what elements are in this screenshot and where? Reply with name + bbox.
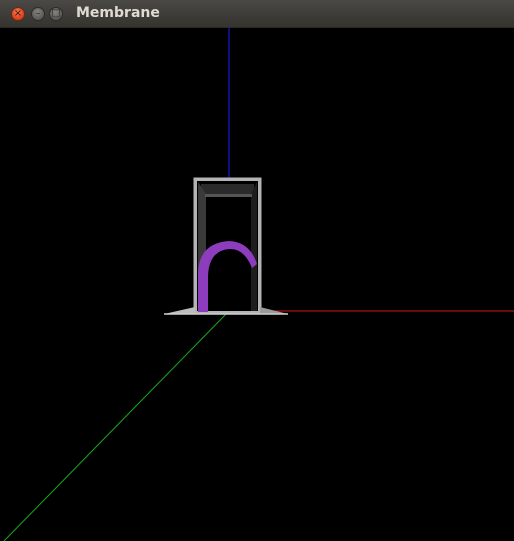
scene-canvas <box>3 28 514 541</box>
minimize-button[interactable]: – <box>31 7 45 21</box>
maximize-button[interactable]: □ <box>49 7 63 21</box>
title-bar[interactable]: × – □ Membrane <box>0 0 514 28</box>
window-title: Membrane <box>76 5 160 21</box>
3d-viewport[interactable] <box>0 28 514 541</box>
z-axis <box>3 310 230 541</box>
close-icon: × <box>13 8 23 19</box>
close-button[interactable]: × <box>11 7 25 21</box>
maximize-icon: □ <box>51 8 61 19</box>
app-window: × – □ Membrane <box>0 0 514 541</box>
minimize-icon: – <box>35 8 41 19</box>
